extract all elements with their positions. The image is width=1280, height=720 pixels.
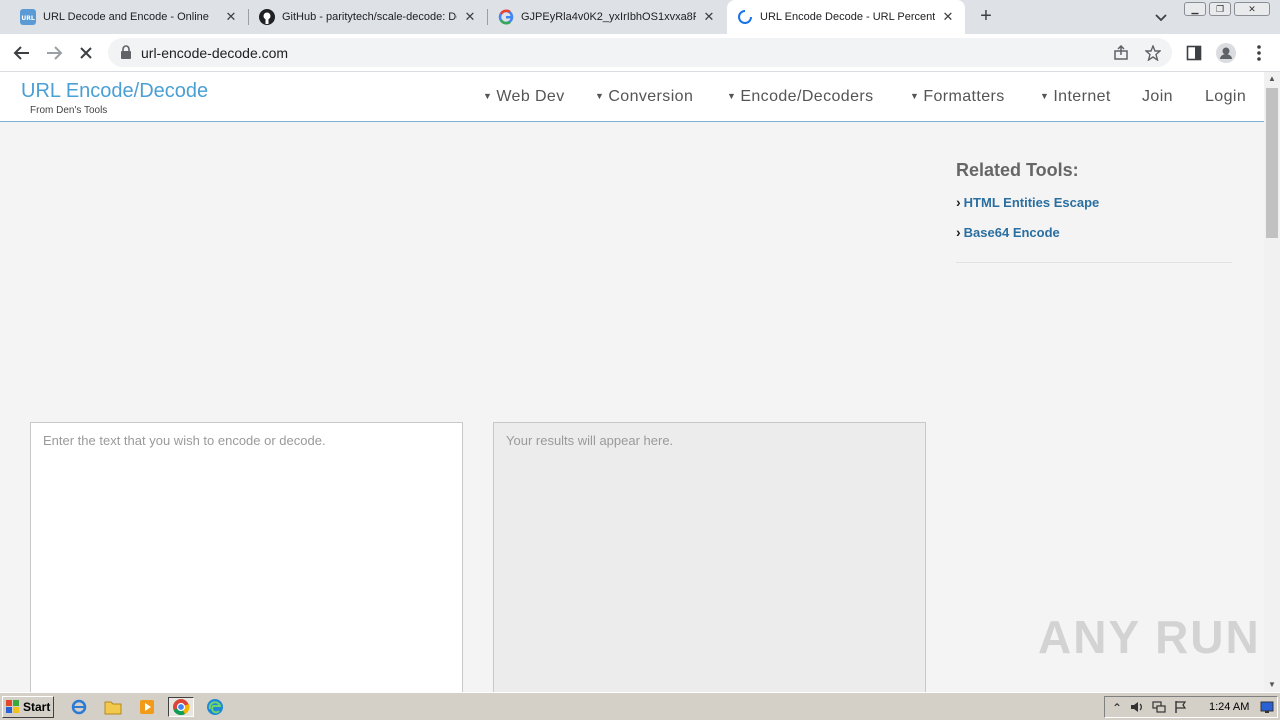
page-scrollbar[interactable]: ▲ ▼ [1264, 72, 1280, 692]
site-header: URL Encode/Decode From Den's Tools ▼ Web … [0, 72, 1264, 122]
tab-title: GitHub - paritytech/scale-decode: De [282, 11, 457, 23]
results-output[interactable] [493, 422, 926, 702]
volume-icon[interactable] [1129, 700, 1145, 716]
related-tools-heading: Related Tools: [956, 160, 1079, 180]
tab-title: URL Encode Decode - URL Percent E [760, 11, 935, 23]
edge-icon[interactable] [204, 697, 226, 717]
tab-title: GJPEyRla4v0K2_yxIrIbhOS1xvxa8F [521, 11, 696, 23]
nav-internet[interactable]: ▼ Internet [1040, 88, 1111, 106]
windows-logo-icon [6, 700, 20, 714]
caret-down-icon: ▼ [483, 91, 493, 101]
site-brand[interactable]: URL Encode/Decode [21, 80, 208, 103]
encode-decode-input[interactable] [30, 422, 463, 702]
action-center-flag-icon[interactable] [1173, 700, 1189, 716]
tray-expand-icon[interactable]: ⌃ [1109, 700, 1125, 716]
back-arrow-icon[interactable] [11, 42, 33, 64]
loading-spinner-icon [737, 9, 753, 25]
tab-strip: URL URL Decode and Encode - Online ✕ Git… [0, 0, 1280, 34]
internet-explorer-icon[interactable] [68, 697, 90, 717]
site-brand-subtitle: From Den's Tools [30, 105, 108, 116]
media-player-icon[interactable] [136, 697, 158, 717]
network-icon[interactable] [1151, 700, 1167, 716]
caret-down-icon: ▼ [595, 91, 605, 101]
caret-down-icon: ▼ [910, 91, 920, 101]
show-desktop-icon[interactable] [1259, 700, 1275, 716]
tab-google[interactable]: GJPEyRla4v0K2_yxIrIbhOS1xvxa8F ✕ [488, 0, 726, 34]
profile-avatar-icon[interactable] [1215, 42, 1237, 64]
minimize-icon[interactable]: ▁ [1184, 2, 1206, 16]
tab-github[interactable]: GitHub - paritytech/scale-decode: De ✕ [249, 0, 487, 34]
tab-close-icon[interactable]: ✕ [463, 10, 477, 24]
nav-web-dev[interactable]: ▼ Web Dev [483, 88, 565, 106]
nav-formatters[interactable]: ▼ Formatters [910, 88, 1005, 106]
restore-icon[interactable]: ❐ [1209, 2, 1231, 16]
github-icon [259, 9, 275, 25]
start-button[interactable]: Start [2, 696, 54, 718]
taskbar-clock: 1:24 AM [1209, 701, 1250, 713]
side-panel-icon[interactable] [1183, 42, 1205, 64]
lock-icon [120, 45, 132, 59]
nav-encode-decoders[interactable]: ▼ Encode/Decoders [727, 88, 874, 106]
tab-close-icon[interactable]: ✕ [702, 10, 716, 24]
tab-close-icon[interactable]: ✕ [941, 10, 955, 24]
chevron-right-icon: › [956, 194, 961, 210]
tab-close-icon[interactable]: ✕ [224, 10, 238, 24]
related-link-html-entities-escape[interactable]: › HTML Entities Escape [956, 194, 1099, 210]
chevron-right-icon: › [956, 224, 961, 240]
nav-login[interactable]: Login [1205, 88, 1246, 106]
caret-down-icon: ▼ [1040, 91, 1050, 101]
google-icon [498, 9, 514, 25]
bookmark-star-icon[interactable] [1144, 44, 1162, 62]
stop-loading-icon[interactable] [75, 42, 97, 64]
browser-toolbar: url-encode-decode.com [0, 34, 1280, 72]
caret-down-icon: ▼ [727, 91, 737, 101]
chevron-down-icon[interactable] [1152, 9, 1170, 25]
related-link-base64-encode[interactable]: › Base64 Encode [956, 224, 1060, 240]
system-tray: ⌃ 1:24 AM [1104, 696, 1278, 718]
url-favicon-icon: URL [20, 9, 36, 25]
menu-kebab-icon[interactable] [1248, 42, 1270, 64]
address-text: url-encode-decode.com [141, 45, 289, 61]
tab-title: URL Decode and Encode - Online [43, 11, 209, 23]
chrome-taskbar-icon[interactable] [168, 697, 194, 717]
scroll-thumb[interactable] [1266, 88, 1278, 238]
related-divider [956, 262, 1232, 263]
share-icon[interactable] [1112, 44, 1130, 62]
tab-url-encode-decode-active[interactable]: URL Encode Decode - URL Percent E ✕ [727, 0, 965, 34]
tab-url-decode-encode[interactable]: URL URL Decode and Encode - Online ✕ [0, 0, 248, 34]
new-tab-icon[interactable]: + [976, 6, 996, 27]
forward-arrow-icon[interactable] [43, 42, 65, 64]
address-bar[interactable]: url-encode-decode.com [108, 38, 1172, 67]
close-window-icon[interactable]: ✕ [1234, 2, 1270, 16]
nav-conversion[interactable]: ▼ Conversion [595, 88, 693, 106]
scroll-down-arrow-icon[interactable]: ▼ [1264, 678, 1280, 692]
file-explorer-icon[interactable] [102, 697, 124, 717]
nav-join[interactable]: Join [1142, 88, 1173, 106]
svg-text:URL: URL [21, 15, 34, 22]
anyrun-watermark: ANY RUN [1038, 611, 1261, 663]
scroll-up-arrow-icon[interactable]: ▲ [1264, 72, 1280, 86]
windows-taskbar: Start ⌃ 1:24 AM [0, 692, 1280, 720]
